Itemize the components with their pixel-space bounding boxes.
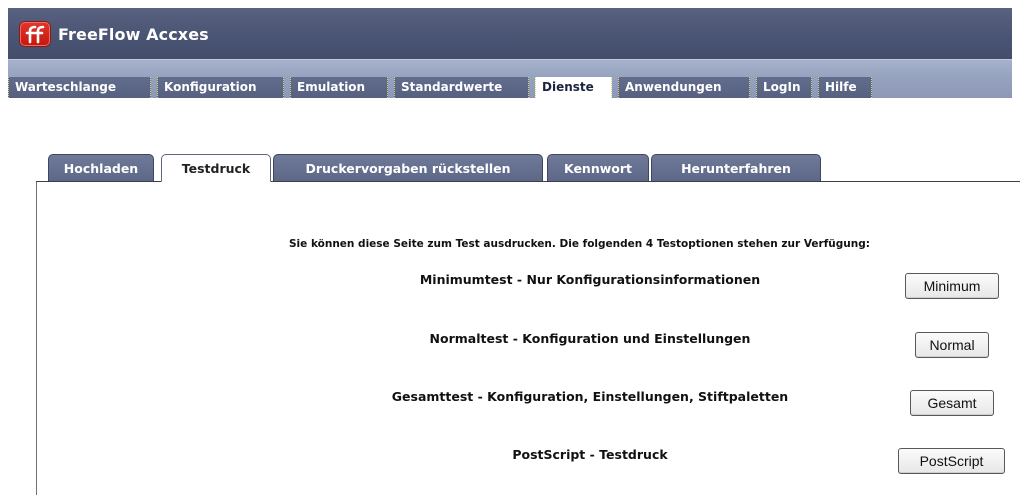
postscript-button[interactable]: PostScript (898, 448, 1005, 474)
app-header: FreeFlow Accxes (8, 8, 1012, 59)
postscript-test-label: PostScript - Testdruck (512, 447, 668, 462)
normal-test-label: Normaltest - Konfiguration und Einstellu… (429, 331, 751, 346)
freeflow-logo-icon (20, 22, 50, 46)
nav-item-anwendungen[interactable]: Anwendungen (618, 77, 750, 98)
tab-herunterfahren[interactable]: Herunterfahren (651, 154, 821, 181)
nav-item-konfiguration[interactable]: Konfiguration (157, 77, 284, 98)
gesamt-button[interactable]: Gesamt (910, 390, 994, 416)
nav-item-dienste[interactable]: Dienste (535, 77, 612, 98)
minimum-button[interactable]: Minimum (905, 273, 999, 299)
main-nav: Warteschlange Konfiguration Emulation St… (8, 59, 1012, 98)
service-tabs: Hochladen Testdruck Druckervorgaben rück… (36, 154, 1020, 182)
nav-item-warteschlange[interactable]: Warteschlange (8, 77, 151, 98)
gesamt-test-label: Gesamttest - Konfiguration, Einstellunge… (391, 389, 789, 404)
testprint-intro: Sie können diese Seite zum Test ausdruck… (289, 238, 870, 250)
tab-kennwort[interactable]: Kennwort (547, 154, 649, 181)
minimum-test-label: Minimumtest - Nur Konfigurationsinformat… (419, 272, 761, 287)
content-left-border (36, 182, 37, 495)
nav-item-standardwerte[interactable]: Standardwerte (394, 77, 529, 98)
tab-testdruck[interactable]: Testdruck (161, 154, 271, 182)
normal-button[interactable]: Normal (915, 332, 989, 358)
app-window: FreeFlow Accxes Warteschlange Konfigurat… (0, 0, 1020, 495)
app-title: FreeFlow Accxes (58, 25, 209, 44)
nav-item-emulation[interactable]: Emulation (290, 77, 388, 98)
nav-item-hilfe[interactable]: Hilfe (818, 77, 872, 98)
tab-hochladen[interactable]: Hochladen (48, 154, 154, 181)
nav-item-login[interactable]: LogIn (756, 77, 812, 98)
tab-druckervorgaben-rueckstellen[interactable]: Druckervorgaben rückstellen (273, 154, 543, 181)
